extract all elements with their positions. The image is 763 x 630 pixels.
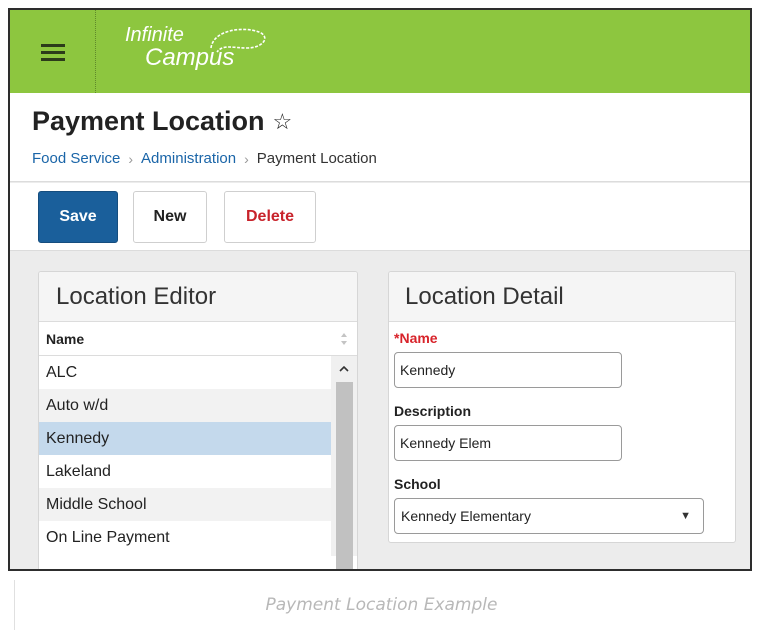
location-editor-title: Location Editor (39, 272, 357, 322)
delete-button[interactable]: Delete (224, 191, 316, 243)
logo-swoosh-icon (210, 28, 266, 53)
app-window: Infinite Campus Payment Location ☆ Food … (8, 8, 752, 571)
top-bar: Infinite Campus (10, 10, 750, 93)
sort-icon (341, 333, 347, 345)
name-label: *Name (394, 328, 735, 348)
breadcrumb-separator-icon: › (244, 150, 249, 167)
breadcrumb-current: Payment Location (256, 150, 377, 167)
location-list: ALC Auto w/d Kennedy Lakeland Middle Sch… (39, 356, 357, 569)
name-column-header[interactable]: Name (39, 322, 357, 356)
name-field[interactable]: Kennedy (394, 352, 622, 388)
chevron-up-icon (339, 366, 349, 372)
breadcrumb-administration[interactable]: Administration (141, 150, 236, 167)
breadcrumb: Food Service › Administration › Payment … (32, 150, 377, 167)
scrollbar-thumb[interactable] (336, 382, 353, 569)
new-button[interactable]: New (133, 191, 207, 243)
name-column-label: Name (46, 331, 85, 347)
infinite-campus-logo: Infinite Campus (125, 24, 266, 70)
school-select-value: Kennedy Elementary (401, 508, 531, 524)
name-label-text: Name (399, 330, 438, 346)
page-title: Payment Location ☆ (32, 106, 292, 137)
star-outline-icon[interactable]: ☆ (273, 109, 293, 135)
location-detail-form: *Name Kennedy Description Kennedy Elem S… (389, 322, 735, 534)
school-label: School (394, 476, 441, 492)
chevron-down-icon: ▼ (680, 510, 691, 522)
list-item[interactable]: Lakeland (39, 455, 331, 488)
description-label: Description (394, 403, 472, 419)
list-item[interactable]: Middle School (39, 488, 331, 521)
location-detail-panel: Location Detail *Name Kennedy Descriptio… (388, 271, 736, 543)
breadcrumb-separator-icon: › (128, 150, 134, 167)
save-button[interactable]: Save (38, 191, 118, 243)
list-scrollbar[interactable] (331, 356, 357, 569)
page-header: Payment Location ☆ Food Service › Admini… (10, 93, 750, 182)
scroll-up-button[interactable] (331, 356, 357, 382)
page-title-text: Payment Location (32, 106, 265, 136)
breadcrumb-food-service[interactable]: Food Service (32, 150, 120, 167)
location-detail-title: Location Detail (389, 272, 735, 322)
description-field[interactable]: Kennedy Elem (394, 425, 622, 461)
hamburger-menu-icon (40, 43, 65, 61)
school-select[interactable]: Kennedy Elementary ▼ (394, 498, 704, 534)
image-caption: Payment Location Example (265, 595, 498, 615)
list-item-selected[interactable]: Kennedy (39, 422, 331, 455)
location-editor-panel: Location Editor Name ALC Auto w/d Kenned… (38, 271, 358, 569)
list-item[interactable]: On Line Payment (39, 521, 331, 554)
list-item[interactable]: ALC (39, 356, 331, 389)
action-toolbar: Save New Delete (10, 183, 750, 251)
menu-button[interactable] (10, 10, 96, 93)
list-item[interactable]: Auto w/d (39, 389, 331, 422)
